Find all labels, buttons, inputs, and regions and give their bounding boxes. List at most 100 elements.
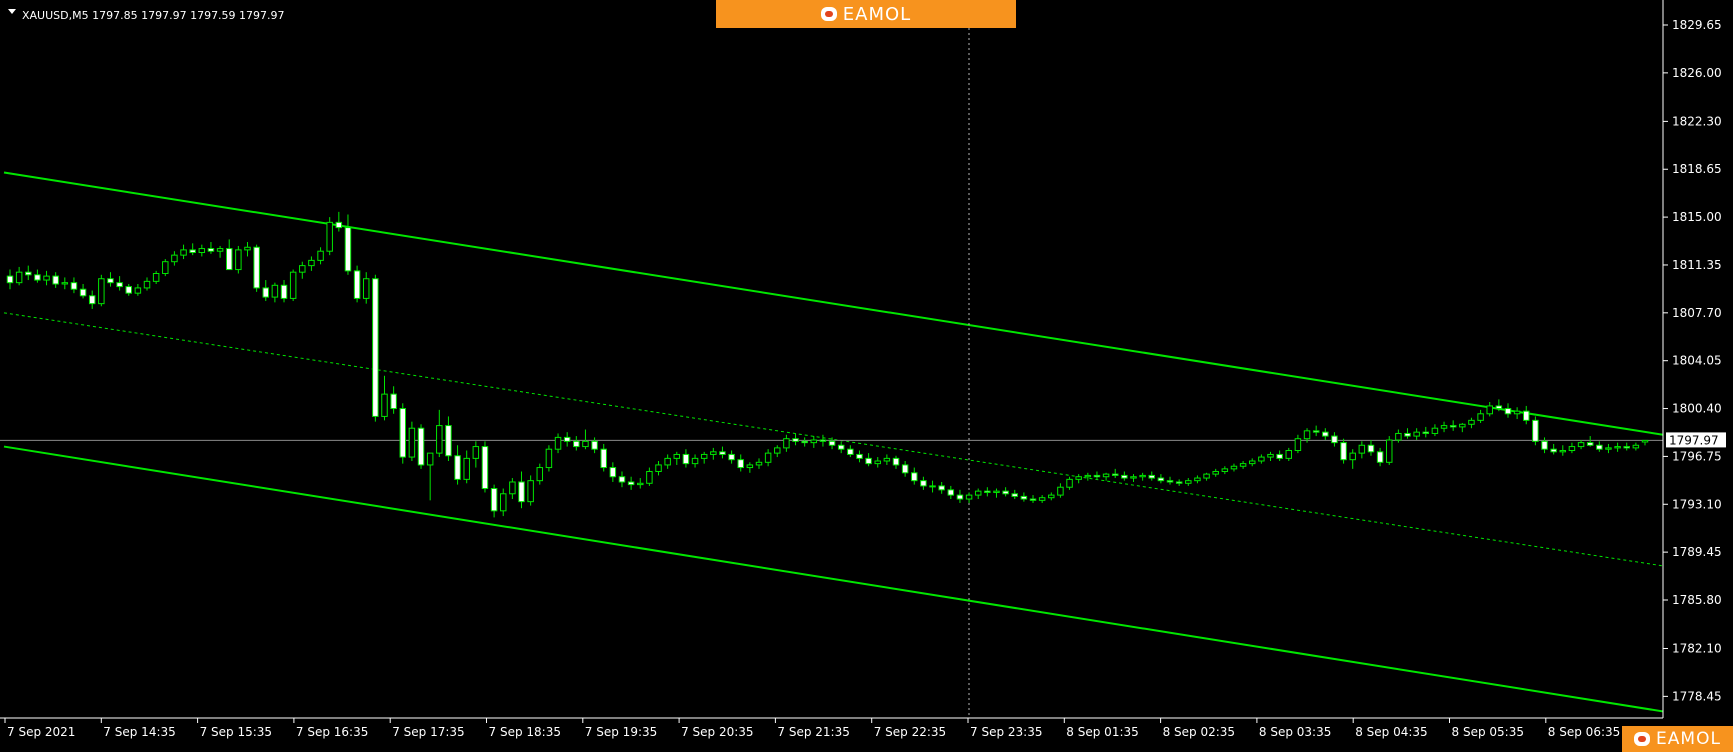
y-axis-ticks: 1829.65 1826.00 1822.30 1818.65 1815.00 1811.…	[1663, 18, 1722, 703]
symbol-info: XAUUSD,M5 1797.85 1797.97 1797.59 1797.9…	[22, 9, 285, 22]
candle-body	[1568, 446, 1576, 452]
candle-body	[874, 460, 881, 465]
candle-body	[1303, 430, 1311, 440]
candle-body	[1194, 477, 1201, 482]
candle-body	[774, 447, 781, 454]
candle-body	[107, 278, 114, 284]
y-tick-label: 1822.30	[1672, 114, 1722, 128]
candle-body	[627, 481, 635, 486]
candle-body	[1267, 453, 1274, 458]
bottom-watermark-text: EAMOL	[1656, 729, 1721, 749]
candle-body	[70, 282, 78, 290]
candle-body	[856, 453, 863, 459]
bottom-watermark-banner: EAMOL	[1622, 726, 1733, 752]
candle-body	[463, 457, 470, 480]
candle-body	[655, 464, 662, 472]
candle-body	[1358, 444, 1366, 454]
y-tick-label: 1789.45	[1672, 545, 1722, 559]
x-tick-label: 7 Sep 14:35	[103, 725, 175, 739]
candle	[1340, 438, 1347, 464]
candle	[235, 245, 242, 274]
candle-body	[1596, 444, 1603, 450]
candle-body	[536, 467, 544, 482]
candle-body	[43, 275, 50, 281]
x-tick-label: 7 Sep 17:35	[392, 725, 464, 739]
y-tick-label: 1782.10	[1672, 642, 1722, 656]
candle-body	[728, 453, 735, 461]
candle-body	[1449, 425, 1457, 428]
candle-body	[737, 459, 744, 469]
candle-body	[79, 288, 87, 297]
candle-body	[1504, 408, 1512, 415]
candle	[289, 269, 297, 302]
candle-body	[509, 481, 516, 495]
candle-body	[253, 246, 260, 289]
candle-body	[573, 440, 580, 448]
candle-body	[682, 453, 690, 465]
candle-body	[819, 439, 827, 442]
candle-body	[1623, 446, 1630, 449]
candle-body	[1413, 431, 1420, 437]
candle-body	[1057, 486, 1064, 496]
x-tick-label: 7 Sep 21:35	[777, 725, 849, 739]
candle-body	[1312, 430, 1320, 433]
candle-body	[591, 440, 598, 450]
candle-body	[554, 436, 562, 450]
candle-body	[892, 457, 900, 466]
candle-body	[755, 461, 763, 466]
candle-body	[390, 393, 397, 410]
candle-body	[52, 275, 59, 285]
candle-body	[198, 248, 206, 254]
candle-body	[6, 275, 14, 284]
candle-body	[1166, 480, 1174, 483]
candle-body	[1376, 451, 1384, 463]
candle-body	[1230, 465, 1238, 470]
candle-body	[235, 249, 242, 271]
candle-body	[974, 490, 982, 496]
candle-body	[518, 481, 525, 503]
candle-body	[993, 490, 1000, 493]
candle-body	[1203, 473, 1210, 479]
candle-body	[1586, 442, 1594, 446]
candle-body	[1276, 453, 1283, 459]
y-tick-label: 1800.40	[1672, 402, 1722, 416]
x-tick-label: 7 Sep 19:35	[585, 725, 657, 739]
candle-body	[326, 221, 333, 252]
candle-body	[947, 489, 955, 496]
candle-body	[810, 439, 818, 444]
candle-body	[207, 248, 215, 252]
top-watermark-text: EAMOL	[842, 3, 912, 25]
candle-body	[965, 494, 973, 500]
candle-body	[353, 270, 361, 299]
robot-logo-icon	[1634, 732, 1651, 746]
candle-body	[1459, 423, 1466, 428]
candle	[253, 244, 260, 292]
candle-body	[344, 227, 352, 272]
candle-body	[34, 274, 41, 281]
candle-body	[1084, 474, 1092, 478]
y-tick-label: 1815.00	[1672, 210, 1722, 224]
candle-body	[637, 482, 644, 486]
candle-body	[1121, 474, 1128, 479]
candle-body	[244, 246, 251, 251]
candle-body	[929, 485, 936, 488]
candle-body	[1422, 431, 1430, 434]
x-tick-label: 7 Sep 15:35	[200, 725, 272, 739]
y-tick-label: 1818.65	[1672, 162, 1722, 176]
candle-body	[372, 278, 379, 417]
candle-body	[1139, 474, 1146, 478]
candle-body	[901, 464, 909, 474]
candle-body	[1513, 410, 1521, 415]
price-chart[interactable]: 1829.65 1826.00 1822.30 1818.65 1815.00 1811.…	[0, 0, 1733, 752]
candle-body	[783, 438, 790, 449]
candle-body	[280, 284, 288, 299]
candle-body	[262, 287, 269, 298]
candle-body	[700, 453, 708, 459]
candle	[399, 403, 407, 464]
candle	[1386, 436, 1393, 465]
y-tick-label: 1796.75	[1672, 449, 1722, 463]
candle-body	[271, 284, 279, 298]
candle-body	[865, 457, 872, 465]
y-tick-label: 1807.70	[1672, 306, 1722, 320]
x-tick-label: 8 Sep 02:35	[1163, 725, 1235, 739]
